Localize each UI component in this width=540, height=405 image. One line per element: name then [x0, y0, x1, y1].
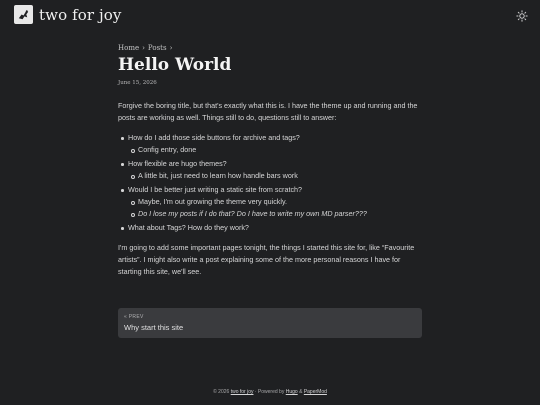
site-logo-link[interactable]: two for joy: [14, 5, 121, 24]
list-item: Would I be better just writing a static …: [121, 184, 422, 220]
answer-italic-text: Do I lose my posts if I do that? Do I ha…: [138, 209, 367, 218]
breadcrumb-home-link[interactable]: Home: [118, 44, 139, 52]
site-header: two for joy: [0, 0, 540, 32]
site-title[interactable]: two for joy: [39, 6, 121, 24]
footer-powered-text: · Powered by: [254, 389, 285, 395]
list-item: How do I add those side buttons for arch…: [121, 132, 422, 156]
breadcrumb-separator: ›: [142, 44, 145, 52]
theme-toggle-sun-icon[interactable]: [516, 9, 528, 22]
list-item: Do I lose my posts if I do that? Do I ha…: [131, 208, 422, 220]
question-text: Would I be better just writing a static …: [128, 185, 303, 194]
breadcrumb-separator: ›: [169, 44, 173, 52]
list-item: What about Tags? How do they work?: [121, 222, 422, 234]
site-footer: © 2026 two for joy · Powered by Hugo & P…: [0, 389, 540, 395]
post-outro: I'm going to add some important pages to…: [118, 243, 415, 276]
list-item: A little bit, just need to learn how han…: [131, 170, 422, 182]
prev-post-title: Why start this site: [124, 323, 184, 332]
questions-list: How do I add those side buttons for arch…: [118, 132, 422, 234]
footer-theme-link[interactable]: PaperMod: [304, 389, 327, 395]
post-title: Hello World: [118, 55, 232, 75]
list-item: Maybe, I'm out growing the theme very qu…: [131, 196, 422, 208]
question-text: How do I add those side buttons for arch…: [128, 133, 300, 142]
footer-site-link[interactable]: two for joy: [231, 389, 254, 395]
post-content: Forgive the boring title, but that's exa…: [118, 100, 422, 278]
post-main: Home › Posts › Hello World June 15, 2026…: [118, 44, 422, 286]
question-text: How flexible are hugo themes?: [128, 159, 227, 168]
list-item: Config entry, done: [131, 144, 422, 156]
prev-post-link[interactable]: « PREV Why start this site: [118, 308, 422, 338]
footer-hugo-link[interactable]: Hugo: [286, 389, 298, 395]
question-text: What about Tags? How do they work?: [128, 223, 249, 232]
breadcrumb-posts-link[interactable]: Posts: [148, 44, 167, 52]
footer-amp: &: [299, 389, 303, 395]
post-date: June 15, 2026: [118, 80, 157, 86]
breadcrumb: Home › Posts ›: [118, 44, 422, 52]
list-item: How flexible are hugo themes? A little b…: [121, 158, 422, 182]
magpie-logo-icon: [14, 5, 33, 24]
footer-copyright: © 2026: [213, 389, 230, 395]
post-intro: Forgive the boring title, but that's exa…: [118, 101, 418, 122]
prev-label: « PREV: [124, 314, 144, 320]
